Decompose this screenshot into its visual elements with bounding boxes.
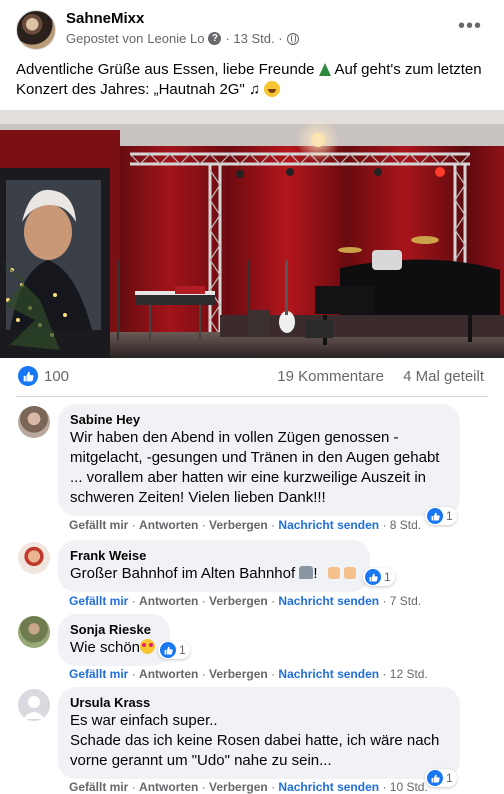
hide-button[interactable]: Verbergen: [209, 667, 268, 681]
hide-button[interactable]: Verbergen: [209, 594, 268, 608]
like-reaction-icon: [427, 508, 443, 524]
like-comment-button[interactable]: Gefällt mir: [69, 518, 128, 532]
send-message-button[interactable]: Nachricht senden: [278, 780, 379, 794]
commenter-name[interactable]: Ursula Krass: [70, 695, 448, 711]
comment-actions: Gefällt mir · Antworten · Verbergen · Na…: [69, 667, 428, 681]
send-message-button[interactable]: Nachricht senden: [278, 518, 379, 532]
avatar[interactable]: [18, 406, 50, 438]
page-avatar[interactable]: [16, 10, 56, 50]
comment-line: mitgelacht, -gesungen und Tränen in den …: [70, 449, 440, 466]
comment-line: Großer Bahnhof im Alten Bahnhof !: [70, 564, 358, 584]
music-note-icon: ♫: [248, 81, 261, 98]
more-icon[interactable]: •••: [458, 16, 482, 36]
post-time[interactable]: · 13 Std. ·: [225, 31, 282, 46]
comment-bubble: Sabine Hey Wir haben den Abend in vollen…: [58, 404, 460, 516]
comment-time[interactable]: 10 Std.: [390, 780, 428, 794]
train-icon: [299, 566, 314, 579]
commenter-name[interactable]: Frank Weise: [70, 548, 358, 564]
comment-line: schweren Zeiten! Vielen lieben Dank!!!: [70, 489, 326, 506]
reply-button[interactable]: Antworten: [139, 594, 198, 608]
thumbs-up-icon: [327, 567, 340, 579]
reply-button[interactable]: Antworten: [139, 780, 198, 794]
comment-suffix: !: [313, 565, 318, 582]
comment-bubble: Ursula Krass Es war einfach super.. Scha…: [58, 687, 460, 779]
comment-like-count[interactable]: 1: [363, 568, 395, 586]
post-text-line1: Adventliche Grüße aus Essen, liebe Freun…: [16, 61, 315, 78]
send-message-button[interactable]: Nachricht senden: [278, 667, 379, 681]
like-reaction-icon[interactable]: [18, 366, 38, 386]
post-text-line1b: Auf geht's zum letzten: [334, 61, 482, 78]
page-name[interactable]: SahneMixx: [66, 10, 144, 27]
comment-text: Wie schön: [70, 639, 141, 656]
thumbs-up-icon: [343, 567, 356, 579]
comment-text: Großer Bahnhof im Alten Bahnhof: [70, 565, 296, 582]
comment-line: Wir haben den Abend in vollen Zügen geno…: [70, 429, 399, 446]
reactions-bar: 100 19 Kommentare 4 Mal geteilt: [0, 362, 504, 392]
comment-line: Wie schön: [70, 638, 158, 658]
comment-like-count[interactable]: 1: [158, 641, 190, 659]
post-text-line2: Konzert des Jahres: „Hautnah 2G": [16, 81, 245, 98]
help-icon[interactable]: ?: [208, 32, 222, 45]
globe-icon: [286, 32, 299, 45]
comment-actions: Gefällt mir · Antworten · Verbergen · Na…: [69, 780, 428, 794]
reply-button[interactable]: Antworten: [139, 667, 198, 681]
hide-button[interactable]: Verbergen: [209, 518, 268, 532]
comment-like-count[interactable]: 1: [425, 769, 457, 787]
comment-time[interactable]: 8 Std.: [390, 518, 421, 532]
like-comment-button[interactable]: Gefällt mir: [69, 780, 128, 794]
comment-line: Es war einfach super..: [70, 712, 218, 729]
comment-actions: Gefällt mir · Antworten · Verbergen · Na…: [69, 518, 422, 532]
avatar[interactable]: [18, 689, 50, 721]
comment-like-count[interactable]: 1: [425, 507, 457, 525]
commenter-name[interactable]: Sonja Rieske: [70, 622, 158, 638]
comment-time[interactable]: 7 Std.: [390, 594, 421, 608]
stage-photo: [0, 110, 504, 358]
heart-eyes-icon: [140, 639, 156, 654]
comment-actions: Gefällt mir · Antworten · Verbergen · Na…: [69, 594, 422, 608]
avatar[interactable]: [18, 542, 50, 574]
like-count[interactable]: 100: [44, 368, 69, 385]
grinning-face-icon: [264, 81, 281, 97]
christmas-tree-icon: [318, 63, 331, 76]
like-reaction-icon: [427, 770, 443, 786]
author-name[interactable]: Leonie Lo: [147, 31, 204, 46]
post-header: SahneMixx Gepostet von Leonie Lo ? · 13 …: [0, 0, 504, 56]
commenter-name[interactable]: Sabine Hey: [70, 412, 448, 428]
reply-button[interactable]: Antworten: [139, 518, 198, 532]
comment-line: Schade das ich keine Rosen dabei hatte, …: [70, 732, 440, 749]
post-text: Adventliche Grüße aus Essen, liebe Freun…: [16, 60, 490, 100]
divider: [16, 396, 488, 397]
comment-line: ... vorallem aber hatten wir eine kurzwe…: [70, 469, 427, 486]
like-reaction-icon: [160, 642, 176, 658]
like-comment-button[interactable]: Gefällt mir: [69, 594, 128, 608]
post-photo[interactable]: [0, 110, 504, 358]
shares-count[interactable]: 4 Mal geteilt: [403, 368, 484, 385]
like-comment-button[interactable]: Gefällt mir: [69, 667, 128, 681]
post-meta: Gepostet von Leonie Lo ? · 13 Std. ·: [66, 31, 299, 46]
default-user-icon: [23, 696, 45, 719]
like-reaction-icon: [365, 569, 381, 585]
comment-line: vorne gerannt um "Udo" nahe zu sein...: [70, 752, 332, 769]
hide-button[interactable]: Verbergen: [209, 780, 268, 794]
comment-like-number: 1: [384, 570, 391, 584]
comment-like-number: 1: [446, 509, 453, 523]
comment-like-number: 1: [179, 643, 186, 657]
meta-prefix: Gepostet von: [66, 31, 144, 46]
comment-bubble: Frank Weise Großer Bahnhof im Alten Bahn…: [58, 540, 370, 592]
comment-like-number: 1: [446, 771, 453, 785]
avatar[interactable]: [18, 616, 50, 648]
comment-time[interactable]: 12 Std.: [390, 667, 428, 681]
comment-bubble: Sonja Rieske Wie schön: [58, 614, 170, 666]
comments-count[interactable]: 19 Kommentare: [277, 368, 384, 385]
send-message-button[interactable]: Nachricht senden: [278, 594, 379, 608]
